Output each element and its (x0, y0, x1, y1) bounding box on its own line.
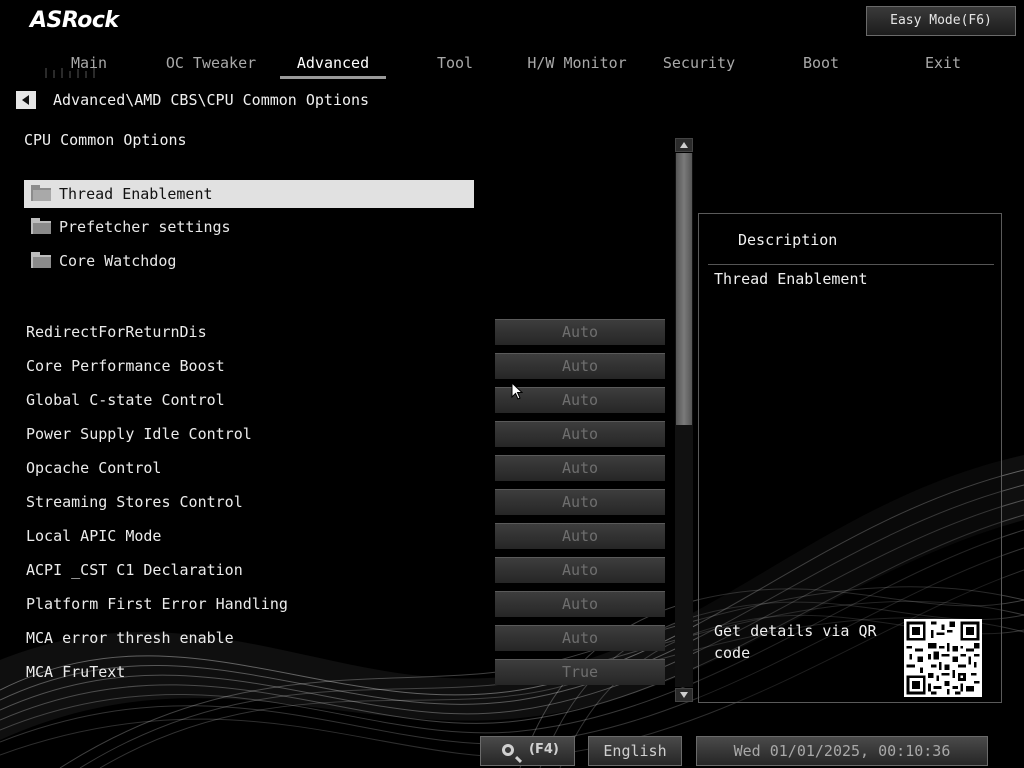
folder-icon (31, 218, 51, 234)
setting-value-select[interactable]: Auto (495, 489, 665, 515)
setting-label[interactable]: RedirectForReturnDis (26, 323, 207, 341)
submenu-label: Prefetcher settings (59, 218, 231, 236)
tab-oc-tweaker[interactable]: OC Tweaker (150, 50, 272, 76)
tab-exit[interactable]: Exit (882, 50, 1004, 76)
setting-label[interactable]: MCA error thresh enable (26, 629, 234, 647)
setting-value-select[interactable]: Auto (495, 523, 665, 549)
tab-tick-decoration (45, 68, 95, 78)
tab-security[interactable]: Security (638, 50, 760, 76)
setting-value-select[interactable]: Auto (495, 421, 665, 447)
setting-label[interactable]: Streaming Stores Control (26, 493, 243, 511)
scroll-up-arrow-icon[interactable] (675, 138, 693, 152)
setting-value-select[interactable]: Auto (495, 319, 665, 345)
folder-icon (31, 185, 51, 201)
setting-label[interactable]: Core Performance Boost (26, 357, 225, 375)
submenu-prefetcher-settings[interactable]: Prefetcher settings (24, 213, 474, 241)
qr-caption: Get details via QR code (714, 622, 877, 662)
search-icon (502, 744, 514, 756)
folder-icon (31, 252, 51, 268)
submenu-thread-enablement[interactable]: Thread Enablement (24, 180, 474, 208)
language-button[interactable]: English (588, 736, 682, 766)
description-title: Description (738, 231, 838, 249)
setting-label[interactable]: Global C-state Control (26, 391, 225, 409)
breadcrumb: Advanced\AMD CBS\CPU Common Options (53, 91, 370, 109)
setting-label[interactable]: Opcache Control (26, 459, 161, 477)
setting-value-select[interactable]: Auto (495, 591, 665, 617)
setting-label[interactable]: ACPI _CST C1 Declaration (26, 561, 243, 579)
scroll-down-arrow-icon[interactable] (675, 688, 693, 702)
setting-value-select[interactable]: Auto (495, 625, 665, 651)
submenu-core-watchdog[interactable]: Core Watchdog (24, 247, 474, 275)
description-text: Thread Enablement (714, 270, 868, 288)
asrock-logo: ASRock (30, 8, 119, 33)
setting-value-select[interactable]: Auto (495, 455, 665, 481)
scrollbar-thumb[interactable] (676, 153, 692, 425)
submenu-label: Core Watchdog (59, 252, 177, 270)
qr-code-icon (904, 619, 982, 697)
search-button[interactable]: (F4) (480, 736, 575, 766)
setting-value-select[interactable]: Auto (495, 353, 665, 379)
setting-label[interactable]: MCA FruText (26, 663, 125, 681)
tab-advanced[interactable]: Advanced (272, 50, 394, 79)
setting-value-select[interactable]: True (495, 659, 665, 685)
datetime-display: Wed 01/01/2025, 00:10:36 (696, 736, 988, 766)
tab-boot[interactable]: Boot (760, 50, 882, 76)
tab-tool[interactable]: Tool (394, 50, 516, 76)
section-title: CPU Common Options (24, 131, 187, 149)
setting-label[interactable]: Platform First Error Handling (26, 595, 288, 613)
description-divider (708, 264, 994, 265)
setting-label[interactable]: Local APIC Mode (26, 527, 161, 545)
back-arrow-icon[interactable] (16, 91, 36, 109)
setting-label[interactable]: Power Supply Idle Control (26, 425, 252, 443)
setting-value-select[interactable]: Auto (495, 557, 665, 583)
mouse-pointer-icon (511, 382, 523, 400)
search-shortcut-label: (F4) (529, 742, 559, 757)
submenu-label: Thread Enablement (59, 185, 213, 203)
easy-mode-button[interactable]: Easy Mode(F6) (866, 6, 1016, 36)
main-tab-bar: Main OC Tweaker Advanced Tool H/W Monito… (28, 50, 1024, 80)
tab-hw-monitor[interactable]: H/W Monitor (516, 50, 638, 76)
